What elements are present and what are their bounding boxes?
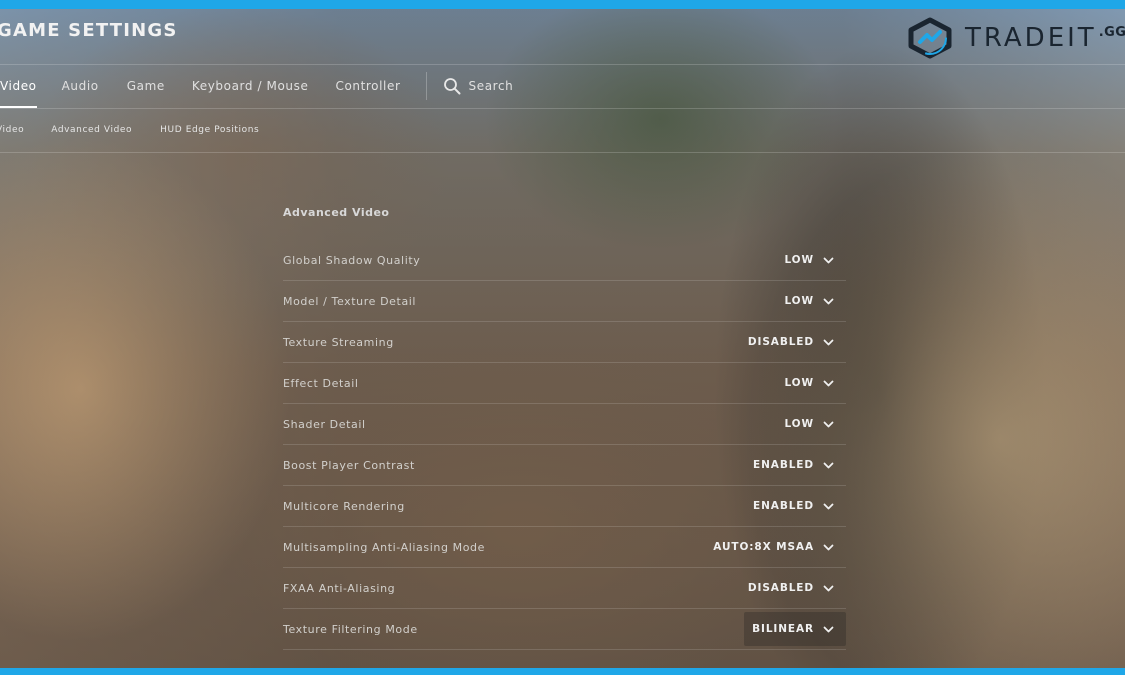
setting-label: Model / Texture Detail bbox=[283, 294, 417, 308]
setting-row: Effect Detail LOW bbox=[283, 363, 846, 404]
setting-label: Global Shadow Quality bbox=[283, 253, 421, 267]
setting-dropdown[interactable]: LOW bbox=[776, 284, 846, 318]
setting-label: Shader Detail bbox=[283, 417, 366, 431]
setting-value: LOW bbox=[784, 377, 814, 389]
chevron-down-icon bbox=[823, 585, 834, 591]
tab-game[interactable]: Game bbox=[127, 64, 165, 108]
main-tab-bar: Video Audio Game Keyboard / Mouse Contro… bbox=[0, 64, 513, 108]
settings-list: Global Shadow Quality LOW Model / Texture … bbox=[283, 240, 846, 650]
setting-dropdown[interactable]: DISABLED bbox=[740, 571, 846, 605]
setting-value: ENABLED bbox=[753, 459, 814, 471]
chevron-down-icon bbox=[823, 298, 834, 304]
tab-controller[interactable]: Controller bbox=[335, 64, 400, 108]
subtab-hud-edge-positions[interactable]: HUD Edge Positions bbox=[160, 125, 259, 135]
setting-row: Global Shadow Quality LOW bbox=[283, 240, 846, 281]
setting-value: LOW bbox=[784, 295, 814, 307]
frame-top-border bbox=[0, 0, 1125, 9]
setting-row: Texture Filtering Mode BILINEAR bbox=[283, 609, 846, 650]
settings-panel: Advanced Video Global Shadow Quality LOW M… bbox=[283, 198, 846, 650]
search-button[interactable]: Search bbox=[443, 64, 514, 108]
brand-logo: TRADEIT .GG bbox=[905, 16, 1125, 60]
search-icon bbox=[443, 78, 461, 95]
brand-name: TRADEIT bbox=[965, 23, 1097, 53]
tab-separator bbox=[425, 72, 427, 100]
setting-value: LOW bbox=[784, 418, 814, 430]
frame-bottom-border bbox=[0, 668, 1125, 675]
brand-suffix: .GG bbox=[1098, 25, 1125, 40]
setting-label: Texture Filtering Mode bbox=[283, 622, 418, 636]
chevron-down-icon bbox=[823, 257, 834, 263]
setting-label: Texture Streaming bbox=[283, 335, 394, 349]
setting-value: LOW bbox=[784, 254, 814, 266]
setting-label: Boost Player Contrast bbox=[283, 458, 415, 472]
setting-row: FXAA Anti-Aliasing DISABLED bbox=[283, 568, 846, 609]
setting-row: Multicore Rendering ENABLED bbox=[283, 486, 846, 527]
setting-dropdown[interactable]: DISABLED bbox=[740, 325, 846, 359]
setting-value: BILINEAR bbox=[752, 623, 814, 635]
tab-keyboard-mouse[interactable]: Keyboard / Mouse bbox=[192, 64, 309, 108]
chevron-down-icon bbox=[823, 462, 834, 468]
setting-row: Texture Streaming DISABLED bbox=[283, 322, 846, 363]
setting-label: FXAA Anti-Aliasing bbox=[283, 581, 396, 595]
setting-label: Multisampling Anti-Aliasing Mode bbox=[283, 540, 485, 554]
subtab-video[interactable]: Video bbox=[0, 125, 24, 135]
setting-dropdown[interactable]: LOW bbox=[776, 407, 846, 441]
setting-label: Multicore Rendering bbox=[283, 499, 405, 513]
setting-row: Shader Detail LOW bbox=[283, 404, 846, 445]
setting-value: ENABLED bbox=[753, 500, 814, 512]
setting-row: Model / Texture Detail LOW bbox=[283, 281, 846, 322]
setting-dropdown[interactable]: AUTO:8X MSAA bbox=[705, 530, 846, 564]
tab-audio[interactable]: Audio bbox=[62, 64, 99, 108]
setting-value: AUTO:8X MSAA bbox=[713, 541, 814, 553]
sub-tab-bar: Video Advanced Video HUD Edge Positions bbox=[0, 108, 259, 152]
chevron-down-icon bbox=[823, 626, 834, 632]
setting-label: Effect Detail bbox=[283, 376, 359, 390]
setting-dropdown[interactable]: ENABLED bbox=[745, 448, 846, 482]
setting-dropdown[interactable]: LOW bbox=[776, 243, 846, 277]
setting-dropdown[interactable]: ENABLED bbox=[745, 489, 846, 523]
setting-dropdown[interactable]: BILINEAR bbox=[744, 612, 846, 646]
setting-dropdown[interactable]: LOW bbox=[776, 366, 846, 400]
chevron-down-icon bbox=[823, 503, 834, 509]
chevron-down-icon bbox=[823, 544, 834, 550]
subtabs-divider bbox=[0, 152, 1125, 153]
section-title: Advanced Video bbox=[283, 206, 390, 219]
setting-row: Multisampling Anti-Aliasing Mode AUTO:8X … bbox=[283, 527, 846, 568]
setting-value: DISABLED bbox=[747, 336, 814, 348]
search-label: Search bbox=[468, 79, 514, 93]
tradeit-logo-icon bbox=[908, 17, 952, 59]
chevron-down-icon bbox=[823, 421, 834, 427]
chevron-down-icon bbox=[823, 339, 834, 345]
subtab-advanced-video[interactable]: Advanced Video bbox=[51, 125, 132, 135]
setting-value: DISABLED bbox=[747, 582, 814, 594]
chevron-down-icon bbox=[823, 380, 834, 386]
page-title: GAME SETTINGS bbox=[0, 20, 178, 41]
tab-video[interactable]: Video bbox=[0, 64, 37, 108]
setting-row: Boost Player Contrast ENABLED bbox=[283, 445, 846, 486]
